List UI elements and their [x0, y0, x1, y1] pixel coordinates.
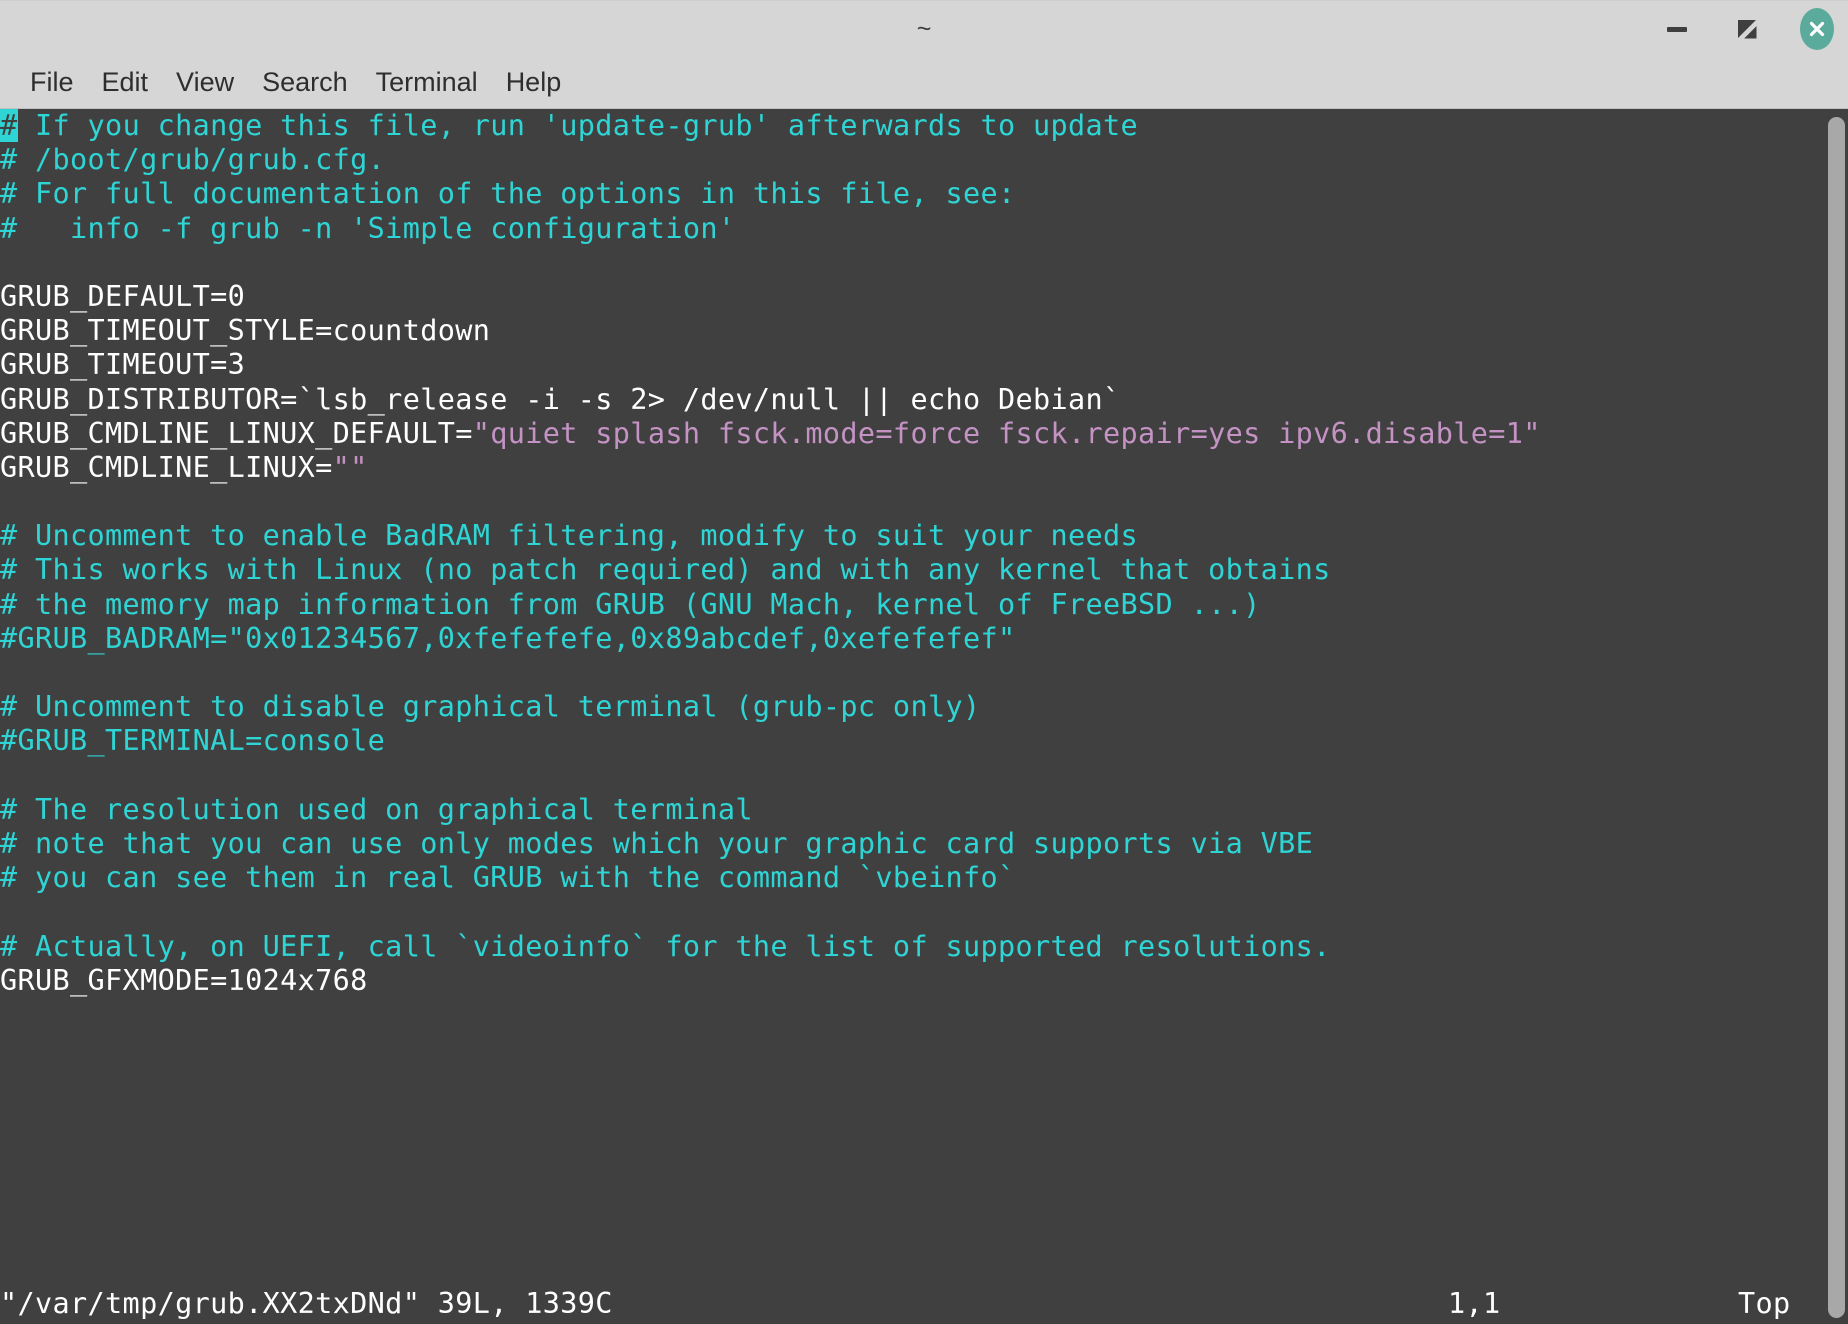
editor-line: # For full documentation of the options … [0, 177, 1848, 211]
editor-line: # Uncomment to disable graphical termina… [0, 690, 1848, 724]
editor-text-run: GRUB_CMDLINE_LINUX= [0, 450, 333, 484]
editor-text-run: # you can see them in real GRUB with the… [0, 861, 1016, 895]
terminal-window: ~ File Edit View Search Terminal Help # … [0, 0, 1848, 1324]
vim-status-line: "/var/tmp/grub.XX2txDNd" 39L, 1339C 1,1 … [0, 1282, 1848, 1324]
editor-text-run: # The resolution used on graphical termi… [0, 792, 753, 826]
titlebar[interactable]: ~ [0, 0, 1848, 57]
editor-text-run: GRUB_TIMEOUT=3 [0, 348, 246, 382]
menu-item-view[interactable]: View [162, 65, 248, 100]
editor-text-run: # the memory map information from GRUB (… [0, 587, 1261, 621]
status-cursor-position: 1,1 [1448, 1286, 1501, 1320]
editor-line: GRUB_GFXMODE=1024x768 [0, 964, 1848, 998]
editor-line: # info -f grub -n 'Simple configuration' [0, 212, 1848, 246]
close-button[interactable] [1800, 8, 1834, 50]
editor-line: GRUB_TIMEOUT=3 [0, 348, 1848, 382]
editor-text-run: # note that you can use only modes which… [0, 826, 1314, 860]
editor-line: # Actually, on UEFI, call `videoinfo` fo… [0, 930, 1848, 964]
terminal-body[interactable]: # If you change this file, run 'update-g… [0, 109, 1848, 1324]
minimize-icon [1667, 26, 1687, 32]
editor-text-run: #GRUB_TERMINAL=console [0, 724, 386, 758]
editor-text-run: GRUB_TIMEOUT_STYLE=countdown [0, 314, 491, 348]
editor-text-run: # This works with Linux (no patch requir… [0, 553, 1331, 587]
menu-item-search[interactable]: Search [248, 65, 362, 100]
menu-item-edit[interactable]: Edit [88, 65, 163, 100]
editor-text-run: # info -f grub -n 'Simple configuration' [0, 211, 736, 245]
minimize-button[interactable] [1660, 12, 1694, 46]
editor-text-run: # For full documentation of the options … [0, 177, 1016, 211]
window-controls [1660, 1, 1834, 57]
editor-line: # Uncomment to enable BadRAM filtering, … [0, 519, 1848, 553]
editor-text-run: # /boot/grub/grub.cfg. [0, 143, 386, 177]
editor-text-run: "quiet splash fsck.mode=force fsck.repai… [472, 416, 1541, 450]
editor-line: # If you change this file, run 'update-g… [0, 109, 1848, 143]
editor-text-run: GRUB_DEFAULT=0 [0, 279, 246, 313]
status-file-info: "/var/tmp/grub.XX2txDNd" 39L, 1339C [0, 1286, 613, 1320]
scrollbar-thumb[interactable] [1828, 117, 1845, 1318]
vertical-scrollbar[interactable] [1824, 109, 1848, 1324]
editor-line: # you can see them in real GRUB with the… [0, 861, 1848, 895]
editor-line: GRUB_DEFAULT=0 [0, 280, 1848, 314]
editor-text-run: # Uncomment to enable BadRAM filtering, … [0, 519, 1139, 553]
editor-line: #GRUB_TERMINAL=console [0, 724, 1848, 758]
editor-text-run: If you change this file, run 'update-gru… [17, 109, 1139, 142]
menu-item-terminal[interactable]: Terminal [362, 65, 492, 100]
menu-item-help[interactable]: Help [492, 65, 576, 100]
editor-line: # /boot/grub/grub.cfg. [0, 143, 1848, 177]
editor-text[interactable]: # If you change this file, run 'update-g… [0, 109, 1848, 998]
editor-line: GRUB_DISTRIBUTOR=`lsb_release -i -s 2> /… [0, 383, 1848, 417]
maximize-icon [1738, 20, 1757, 39]
editor-line: #GRUB_BADRAM="0x01234567,0xfefefefe,0x89… [0, 622, 1848, 656]
editor-line: GRUB_CMDLINE_LINUX="" [0, 451, 1848, 485]
editor-text-run: GRUB_DISTRIBUTOR=`lsb_release -i -s 2> /… [0, 382, 1121, 416]
editor-text-run: #GRUB_BADRAM="0x01234567,0xfefefefe,0x89… [0, 621, 1016, 655]
editor-line: GRUB_TIMEOUT_STYLE=countdown [0, 314, 1848, 348]
editor-line: # the memory map information from GRUB (… [0, 588, 1848, 622]
menubar: File Edit View Search Terminal Help [0, 57, 1848, 109]
editor-text-run: GRUB_GFXMODE=1024x768 [0, 963, 368, 997]
editor-text-run: GRUB_CMDLINE_LINUX_DEFAULT= [0, 416, 473, 450]
text-cursor: # [0, 109, 18, 142]
editor-line: # This works with Linux (no patch requir… [0, 553, 1848, 587]
window-title: ~ [916, 14, 932, 43]
editor-text-run: "" [332, 450, 368, 484]
close-icon [1800, 8, 1834, 50]
status-scroll-location: Top [1738, 1286, 1791, 1320]
editor-line: GRUB_CMDLINE_LINUX_DEFAULT="quiet splash… [0, 417, 1848, 451]
editor-line: # note that you can use only modes which… [0, 827, 1848, 861]
editor-text-run: # Uncomment to disable graphical termina… [0, 690, 981, 724]
menu-item-file[interactable]: File [16, 65, 88, 100]
editor-text-run: # Actually, on UEFI, call `videoinfo` fo… [0, 929, 1331, 963]
maximize-button[interactable] [1730, 12, 1764, 46]
editor-line: # The resolution used on graphical termi… [0, 793, 1848, 827]
